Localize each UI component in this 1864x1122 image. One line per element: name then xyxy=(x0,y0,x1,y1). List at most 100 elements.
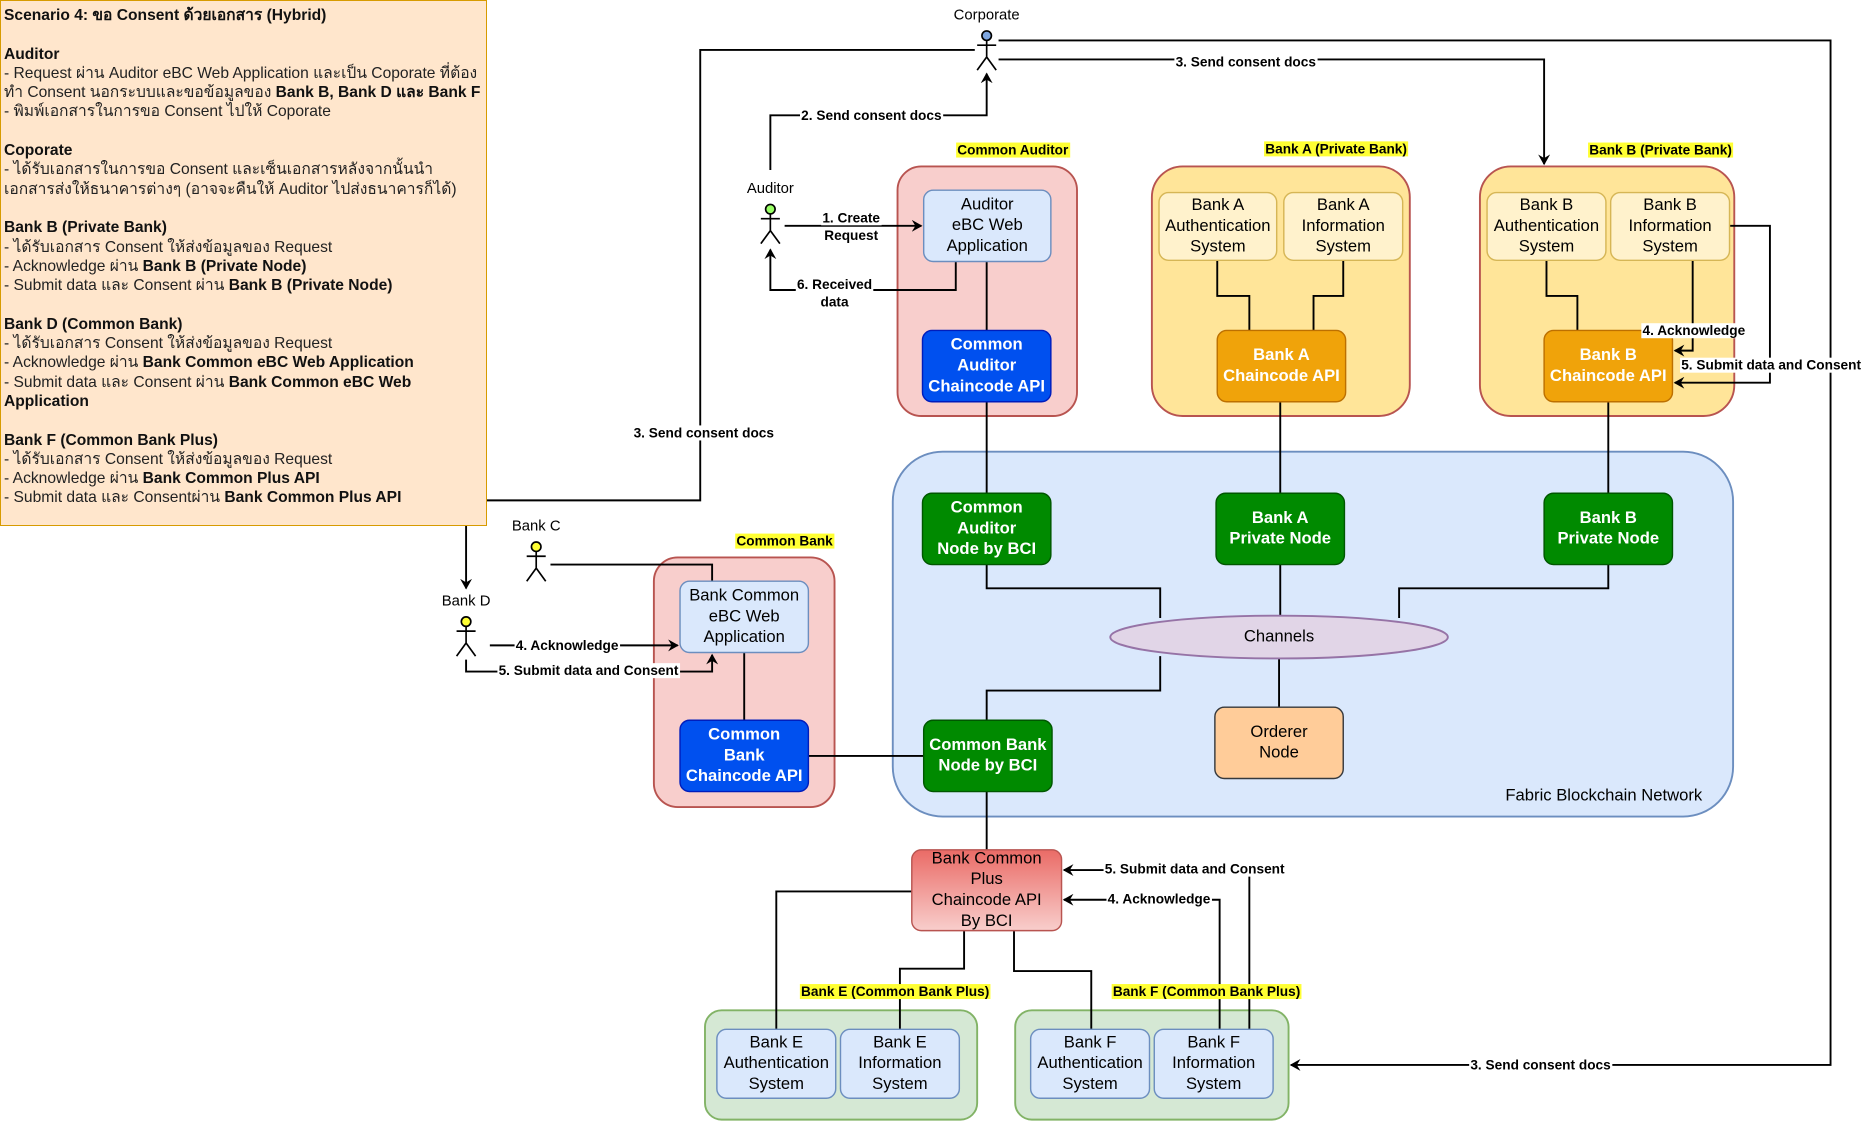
node-label: Information xyxy=(1172,1053,1255,1072)
notes-item: - ได้รับเอกสาร Consent ให้ส่งข้อมูลของ R… xyxy=(4,238,483,257)
node-label: eBC Web xyxy=(709,606,780,625)
node-label: System xyxy=(1642,237,1697,256)
svg-text:5. Submit data and Consent: 5. Submit data and Consent xyxy=(1681,358,1861,373)
node-label: Bank B xyxy=(1643,195,1697,214)
node-bank-b-info[interactable]: Bank B Information System xyxy=(1609,191,1731,262)
edge-label-create-request: 1. Create xyxy=(821,210,882,226)
svg-text:4. Acknowledge: 4. Acknowledge xyxy=(1108,891,1211,906)
notes-bold-text: Bank Common eBC Web Application xyxy=(142,354,414,372)
actor-bank-d-icon xyxy=(455,616,477,657)
actor-label: Auditor xyxy=(747,181,794,197)
node-label: Chaincode API xyxy=(686,766,803,785)
notes-item: - Submit data และ Consent ผ่าน Bank B (P… xyxy=(4,276,483,295)
node-label: eBC Web xyxy=(952,215,1023,234)
node-auditor-web[interactable]: Auditor eBC Web Application xyxy=(922,189,1052,263)
diagram-canvas: Auditor eBC Web Application Common Auditor Ch… xyxy=(0,0,1864,1122)
node-label: Plus xyxy=(971,869,1003,888)
svg-text:Request: Request xyxy=(824,228,878,243)
node-label: Bank F xyxy=(1187,1032,1240,1051)
node-label: System xyxy=(1062,1074,1117,1093)
node-bank-a-auth[interactable]: Bank A Authentication System xyxy=(1158,191,1278,262)
node-label: Channels xyxy=(1244,626,1314,645)
node-label: Private Node xyxy=(1229,529,1331,548)
svg-text:Common Bank: Common Bank xyxy=(736,534,833,549)
node-channels[interactable]: Channels xyxy=(1109,614,1449,660)
notes-section: Auditor - Request ผ่าน Auditor eBC Web Ap… xyxy=(4,45,483,122)
node-label: Auditor xyxy=(961,194,1014,213)
node-bank-f-auth[interactable]: Bank F Authentication System xyxy=(1029,1028,1151,1099)
svg-text:Bank E (Common Bank Plus): Bank E (Common Bank Plus) xyxy=(801,984,989,999)
notes-bold-text: Bank B (Private Node) xyxy=(228,277,393,295)
svg-text:Bank F (Common Bank Plus): Bank F (Common Bank Plus) xyxy=(1113,984,1300,999)
node-bank-b-api[interactable]: Bank B Chaincode API xyxy=(1543,329,1674,403)
edge-label-bank-b-ack: 4. Acknowledge xyxy=(1641,323,1747,339)
svg-text:Bank A (Private Bank): Bank A (Private Bank) xyxy=(1265,141,1407,156)
node-bank-f-info[interactable]: Bank F Information System xyxy=(1153,1028,1274,1099)
node-orderer[interactable]: Orderer Node xyxy=(1214,706,1344,780)
node-bank-a-info[interactable]: Bank A Information System xyxy=(1283,191,1404,262)
actor-corporate-icon xyxy=(976,30,997,71)
node-label: Application xyxy=(704,627,785,646)
notes-heading: Bank D (Common Bank) xyxy=(4,315,183,333)
svg-text:6. Received: 6. Received xyxy=(797,277,872,292)
container-label-common-bank: Common Bank xyxy=(735,533,835,549)
notes-bold-text: Bank B, Bank D และ Bank F xyxy=(275,84,481,102)
node-label: Chaincode API xyxy=(932,890,1042,909)
node-label: System xyxy=(749,1074,804,1093)
node-bank-a-node[interactable]: Bank A Private Node xyxy=(1215,492,1346,566)
node-label: Bank xyxy=(724,745,765,764)
node-bank-b-auth[interactable]: Bank B Authentication System xyxy=(1486,191,1607,262)
notes-item: - ได้รับเอกสารในการขอ Consent และเซ็นเอก… xyxy=(4,160,483,199)
svg-text:3. Send consent docs: 3. Send consent docs xyxy=(1470,1058,1611,1073)
edge-label-bank-b-submit: 5. Submit data and Consent xyxy=(1680,357,1863,373)
node-label: Common xyxy=(951,335,1023,354)
notes-text: - ได้รับเอกสาร Consent ให้ส่งข้อมูลของ R… xyxy=(4,238,333,256)
node-bank-common-web[interactable]: Bank Common eBC Web Application xyxy=(679,580,810,654)
edge-label-received-data: 6. Received xyxy=(795,276,874,292)
node-label: System xyxy=(1519,237,1574,256)
node-label: Chaincode API xyxy=(1550,366,1667,385)
node-label: Authentication xyxy=(724,1053,829,1072)
notes-section: Bank D (Common Bank) - ได้รับเอกสาร Conse… xyxy=(4,315,483,411)
node-plus-api[interactable]: Bank Common Plus Chaincode API By BCI xyxy=(911,848,1063,932)
node-label: Authentication xyxy=(1037,1053,1142,1072)
notes-item: - Submit data และ Consentผ่าน Bank Commo… xyxy=(4,488,483,507)
node-label: Bank Common xyxy=(689,585,799,604)
node-bank-e-auth[interactable]: Bank E Authentication System xyxy=(716,1028,837,1099)
notes-bold-text: Bank B (Private Node) xyxy=(142,257,307,275)
node-label: Bank A xyxy=(1317,195,1371,214)
svg-text:Common Auditor: Common Auditor xyxy=(957,143,1069,158)
svg-text:4. Acknowledge: 4. Acknowledge xyxy=(1643,323,1746,338)
node-label: Chaincode API xyxy=(928,376,1045,395)
node-label: Authentication xyxy=(1494,216,1599,235)
notes-item: - ได้รับเอกสาร Consent ให้ส่งข้อมูลของ R… xyxy=(4,334,483,353)
notes-text: - Acknowledge ผ่าน xyxy=(4,470,143,488)
node-common-bank-api[interactable]: CommonBank Chaincode API xyxy=(679,719,810,793)
notes-text: - Acknowledge ผ่าน xyxy=(4,354,143,372)
notes-text: - พิมพ์เอกสารในการขอ Consent ไปให้ Copor… xyxy=(4,103,331,121)
node-common-auditor-node[interactable]: Common Auditor Node by BCI xyxy=(921,492,1052,566)
edge-label-corp-to-bank-f: 3. Send consent docs xyxy=(1469,1057,1613,1073)
scenario-notes: Scenario 4: ขอ Consent ด้วยเอกสาร (Hybri… xyxy=(0,0,487,526)
container-label-bank-f: Bank F (Common Bank Plus) xyxy=(1111,984,1302,1000)
node-label: Common xyxy=(708,725,780,744)
notes-bold-text: Bank Common Plus API xyxy=(224,489,402,507)
notes-section: Bank F (Common Bank Plus) - ได้รับเอกสาร … xyxy=(4,431,483,508)
notes-heading: Coporate xyxy=(4,142,73,160)
node-label: By BCI xyxy=(961,911,1013,930)
node-label: Node by BCI xyxy=(938,756,1037,775)
node-label: Application xyxy=(947,236,1028,255)
node-common-bank-node[interactable]: Common Bank Node by BCI xyxy=(922,719,1053,793)
connector-line xyxy=(775,890,912,1030)
notes-section: Bank B (Private Bank) - ได้รับเอกสาร Cons… xyxy=(4,218,483,295)
notes-item: - Acknowledge ผ่าน Bank Common eBC Web A… xyxy=(4,353,483,372)
notes-item: - Request ผ่าน Auditor eBC Web Applicati… xyxy=(4,64,483,103)
container-label-bank-a: Bank A (Private Bank) xyxy=(1264,141,1409,157)
node-label: Bank E xyxy=(749,1032,803,1051)
node-bank-e-info[interactable]: Bank E Information System xyxy=(839,1028,961,1099)
notes-heading: Bank F (Common Bank Plus) xyxy=(4,431,219,449)
node-label: Bank F xyxy=(1064,1032,1117,1051)
node-common-auditor-api[interactable]: CommonAuditor Chaincode API xyxy=(921,329,1052,403)
node-bank-a-api[interactable]: Bank A Chaincode API xyxy=(1216,329,1347,403)
node-bank-b-node[interactable]: Bank B Private Node xyxy=(1543,492,1674,566)
